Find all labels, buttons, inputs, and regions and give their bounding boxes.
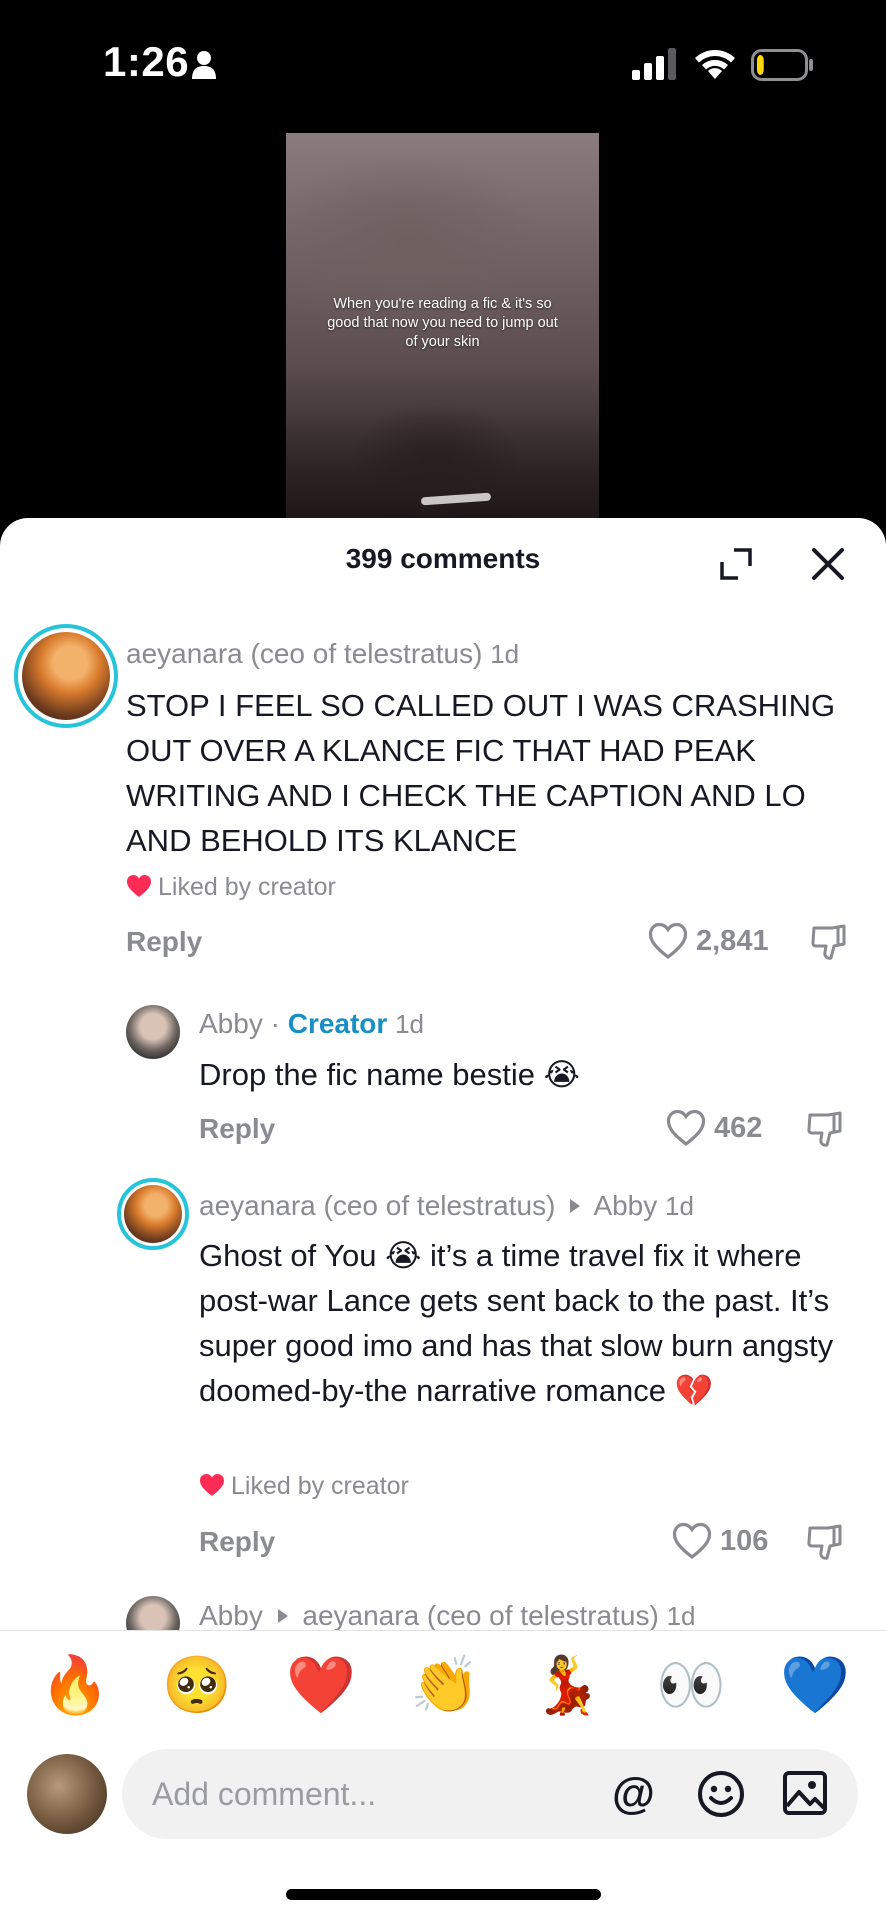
emoji-quick-bar: 🔥 🥺 ❤️ 👏 💃 👀 💙 xyxy=(0,1630,886,1740)
reply-time: 1d xyxy=(395,1009,425,1039)
reply-time: 1d xyxy=(666,1601,696,1631)
video-caption: When you're reading a fic & it's so good… xyxy=(327,296,558,350)
comment-input-box[interactable]: @ xyxy=(122,1749,858,1839)
status-bar: 1:26 xyxy=(0,0,886,130)
cellular-signal-icon xyxy=(632,48,676,80)
emoji-red-heart[interactable]: ❤️ xyxy=(286,1653,356,1717)
video-preview[interactable]: When you're reading a fic & it's so good… xyxy=(286,133,599,523)
liked-by-creator-label: Liked by creator xyxy=(158,873,336,901)
reply-button[interactable]: Reply xyxy=(199,1526,275,1558)
emoji-picker-icon[interactable] xyxy=(696,1769,746,1819)
meta-separator: · xyxy=(270,1008,280,1039)
dislike-icon[interactable] xyxy=(806,1522,846,1562)
heart-icon xyxy=(200,1474,224,1496)
image-upload-icon[interactable] xyxy=(782,1770,828,1816)
heart-outline-icon xyxy=(672,1522,712,1560)
heart-outline-icon xyxy=(666,1109,706,1147)
avatar[interactable] xyxy=(126,1005,180,1059)
dislike-icon[interactable] xyxy=(806,1109,846,1149)
emoji-dancer[interactable]: 💃 xyxy=(532,1653,602,1717)
like-count: 2,841 xyxy=(696,924,769,957)
comment-text: STOP I FEEL SO CALLED OUT I WAS CRASHING… xyxy=(126,688,836,858)
reply-meta: Abby · Creator 1d xyxy=(199,1008,424,1040)
heart-outline-icon xyxy=(648,922,688,960)
reply-username[interactable]: Abby xyxy=(199,1600,263,1631)
reply-button[interactable]: Reply xyxy=(199,1113,275,1145)
reply-meta: aeyanara (ceo of telestratus) Abby 1d xyxy=(199,1190,694,1222)
comment-composer: @ xyxy=(0,1740,886,1860)
reply-arrow-icon xyxy=(570,1199,581,1213)
heart-icon xyxy=(127,875,151,897)
emoji-pleading[interactable]: 🥺 xyxy=(162,1653,232,1717)
reply-arrow-icon xyxy=(277,1609,288,1623)
liked-by-creator: Liked by creator xyxy=(199,1472,409,1501)
avatar[interactable] xyxy=(124,1185,182,1243)
comment-meta: aeyanara (ceo of telestratus) 1d xyxy=(126,638,519,670)
dislike-icon[interactable] xyxy=(810,922,850,962)
status-time: 1:26 xyxy=(103,38,190,85)
expand-icon[interactable] xyxy=(718,546,754,582)
video-light-streak xyxy=(420,492,492,506)
reply-time: 1d xyxy=(665,1191,694,1221)
liked-by-creator-label: Liked by creator xyxy=(231,1472,409,1500)
like-count: 462 xyxy=(714,1111,763,1144)
comment-username[interactable]: aeyanara (ceo of telestratus) xyxy=(126,638,482,669)
like-button[interactable]: 106 xyxy=(672,1522,768,1560)
emoji-clapping[interactable]: 👏 xyxy=(410,1653,480,1717)
home-indicator[interactable] xyxy=(286,1889,601,1900)
battery-icon xyxy=(751,49,813,81)
emoji-eyes[interactable]: 👀 xyxy=(656,1653,726,1717)
like-button[interactable]: 2,841 xyxy=(648,922,769,960)
mention-icon[interactable]: @ xyxy=(612,1771,655,1817)
like-count: 106 xyxy=(720,1524,769,1557)
reply-text: Drop the fic name bestie 😭 xyxy=(199,1057,580,1092)
reply-text: Ghost of You 😭 it’s a time travel fix it… xyxy=(199,1238,834,1408)
comment-time: 1d xyxy=(490,639,520,669)
wifi-icon xyxy=(695,50,735,79)
liked-by-creator: Liked by creator xyxy=(126,873,336,902)
creator-badge: Creator xyxy=(287,1008,388,1039)
reply-username[interactable]: aeyanara (ceo of telestratus) xyxy=(199,1190,555,1221)
close-icon[interactable] xyxy=(808,544,848,584)
comment-input[interactable] xyxy=(152,1749,592,1839)
reply-to-username[interactable]: Abby xyxy=(593,1190,657,1221)
person-icon xyxy=(192,51,216,79)
like-button[interactable]: 462 xyxy=(666,1109,762,1147)
reply-meta: Abby aeyanara (ceo of telestratus) 1d xyxy=(199,1600,696,1632)
emoji-fire[interactable]: 🔥 xyxy=(40,1653,110,1717)
my-avatar xyxy=(27,1754,107,1834)
reply-username[interactable]: Abby xyxy=(199,1008,263,1039)
emoji-blue-heart[interactable]: 💙 xyxy=(780,1653,850,1717)
avatar[interactable] xyxy=(22,632,110,720)
reply-to-username[interactable]: aeyanara (ceo of telestratus) xyxy=(302,1600,658,1631)
reply-button[interactable]: Reply xyxy=(126,926,202,958)
